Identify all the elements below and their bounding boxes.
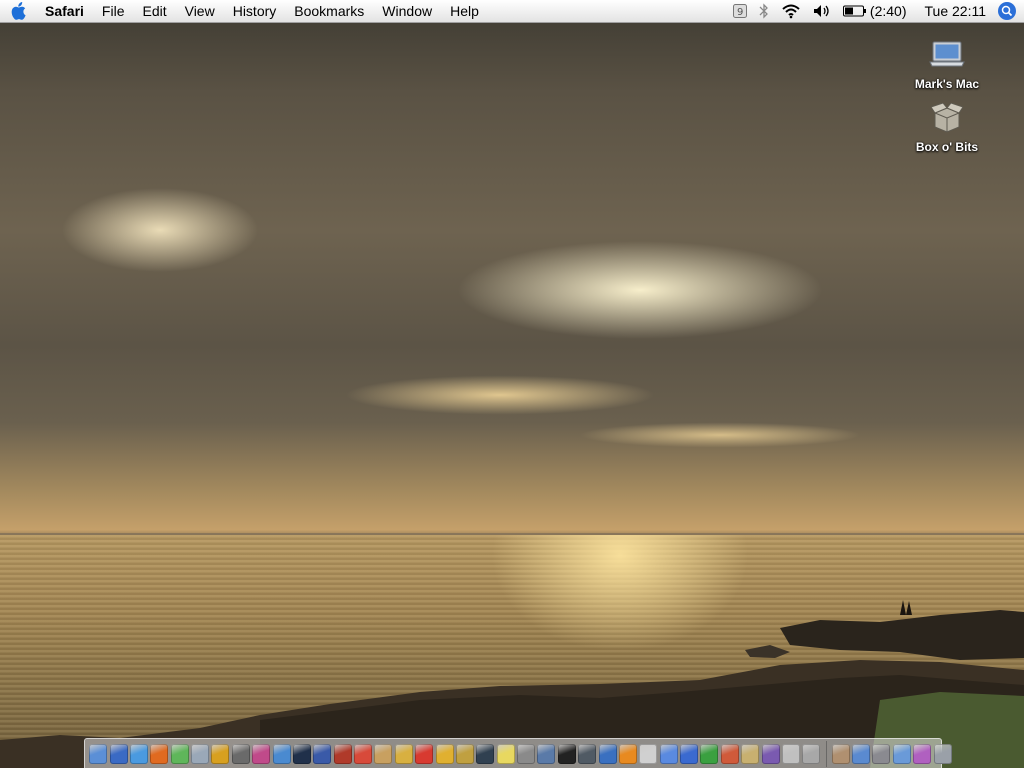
hand-icon[interactable] xyxy=(435,743,454,764)
battery-icon xyxy=(842,5,866,17)
plant-icon[interactable] xyxy=(700,743,719,764)
dashboard-icon[interactable] xyxy=(109,743,128,764)
menu-window[interactable]: Window xyxy=(373,0,441,22)
status-menus: 9 (2:40) Tue 22:11 xyxy=(727,0,1024,22)
desktop-icon-label: Box o' Bits xyxy=(915,140,979,154)
keychain-icon[interactable] xyxy=(455,743,474,764)
spotlight-icon xyxy=(998,2,1016,20)
chat-icon[interactable] xyxy=(659,743,678,764)
screen-icon[interactable] xyxy=(476,743,495,764)
ical-icon[interactable] xyxy=(354,743,373,764)
box-icon xyxy=(930,102,964,133)
brush-icon[interactable] xyxy=(720,743,739,764)
laptop-icon xyxy=(929,41,965,67)
imovie-icon[interactable] xyxy=(313,743,332,764)
spotlight-button[interactable] xyxy=(998,2,1016,20)
wifi-icon[interactable] xyxy=(781,3,801,19)
mail-icon[interactable] xyxy=(191,743,210,764)
desktop-icon-box-o-bits[interactable]: Box o' Bits xyxy=(892,102,1002,154)
safari-icon[interactable] xyxy=(129,743,148,764)
network-icon[interactable] xyxy=(598,743,617,764)
postcard-icon[interactable] xyxy=(252,743,271,764)
iphoto-icon[interactable] xyxy=(211,743,230,764)
printer-icon[interactable] xyxy=(802,743,821,764)
menu-bar: Safari File Edit View History Bookmarks … xyxy=(0,0,1024,23)
tools-icon[interactable] xyxy=(394,743,413,764)
svg-text:9: 9 xyxy=(737,7,743,18)
app-menu-safari[interactable]: Safari xyxy=(36,0,93,22)
trash-icon[interactable] xyxy=(933,743,952,764)
notes-icon[interactable] xyxy=(374,743,393,764)
menu-history[interactable]: History xyxy=(224,0,286,22)
firefox-icon[interactable] xyxy=(150,743,169,764)
preview-icon[interactable] xyxy=(272,743,291,764)
finder-icon[interactable] xyxy=(89,743,108,764)
menu-bookmarks[interactable]: Bookmarks xyxy=(285,0,373,22)
apple-icon xyxy=(11,2,26,20)
apple-menu[interactable] xyxy=(0,2,36,20)
calculator-icon[interactable] xyxy=(517,743,536,764)
terminal-icon[interactable] xyxy=(557,743,576,764)
stickies-icon[interactable] xyxy=(496,743,515,764)
volume-icon[interactable] xyxy=(813,4,831,18)
menu-edit[interactable]: Edit xyxy=(133,0,175,22)
apple-folder-icon[interactable] xyxy=(913,743,932,764)
display-icon[interactable] xyxy=(537,743,556,764)
menu-help[interactable]: Help xyxy=(441,0,488,22)
vlc-icon[interactable] xyxy=(618,743,637,764)
magnet-icon[interactable] xyxy=(680,743,699,764)
colorsync-icon[interactable] xyxy=(761,743,780,764)
dock xyxy=(84,738,952,768)
applications-folder-icon[interactable] xyxy=(852,743,871,764)
bluetooth-icon[interactable] xyxy=(759,3,769,19)
itunes-icon[interactable] xyxy=(170,743,189,764)
dock-apps xyxy=(88,743,822,764)
cards-icon[interactable] xyxy=(781,743,800,764)
textedit-icon[interactable] xyxy=(639,743,658,764)
activity-icon[interactable] xyxy=(578,743,597,764)
dock-stacks xyxy=(831,743,953,764)
camera-icon[interactable] xyxy=(292,743,311,764)
home-folder-icon[interactable] xyxy=(831,743,850,764)
addressbook-icon[interactable] xyxy=(333,743,352,764)
aperture-icon[interactable] xyxy=(231,743,250,764)
desktop-icon-label: Mark's Mac xyxy=(914,77,980,91)
palette-icon[interactable] xyxy=(741,743,760,764)
battery-status[interactable]: (2:40) xyxy=(842,3,907,19)
script-menu-icon[interactable]: 9 xyxy=(732,4,747,18)
menu-view[interactable]: View xyxy=(176,0,224,22)
desktop-icon-marks-mac[interactable]: Mark's Mac xyxy=(892,40,1002,91)
dock-separator xyxy=(825,740,827,767)
menu-clock[interactable]: Tue 22:11 xyxy=(925,3,987,19)
lifebuoy-icon[interactable] xyxy=(415,743,434,764)
menu-file[interactable]: File xyxy=(93,0,134,22)
documents-folder-icon[interactable] xyxy=(892,743,911,764)
battery-time: (2:40) xyxy=(869,3,907,19)
system-preferences-icon[interactable] xyxy=(872,743,891,764)
